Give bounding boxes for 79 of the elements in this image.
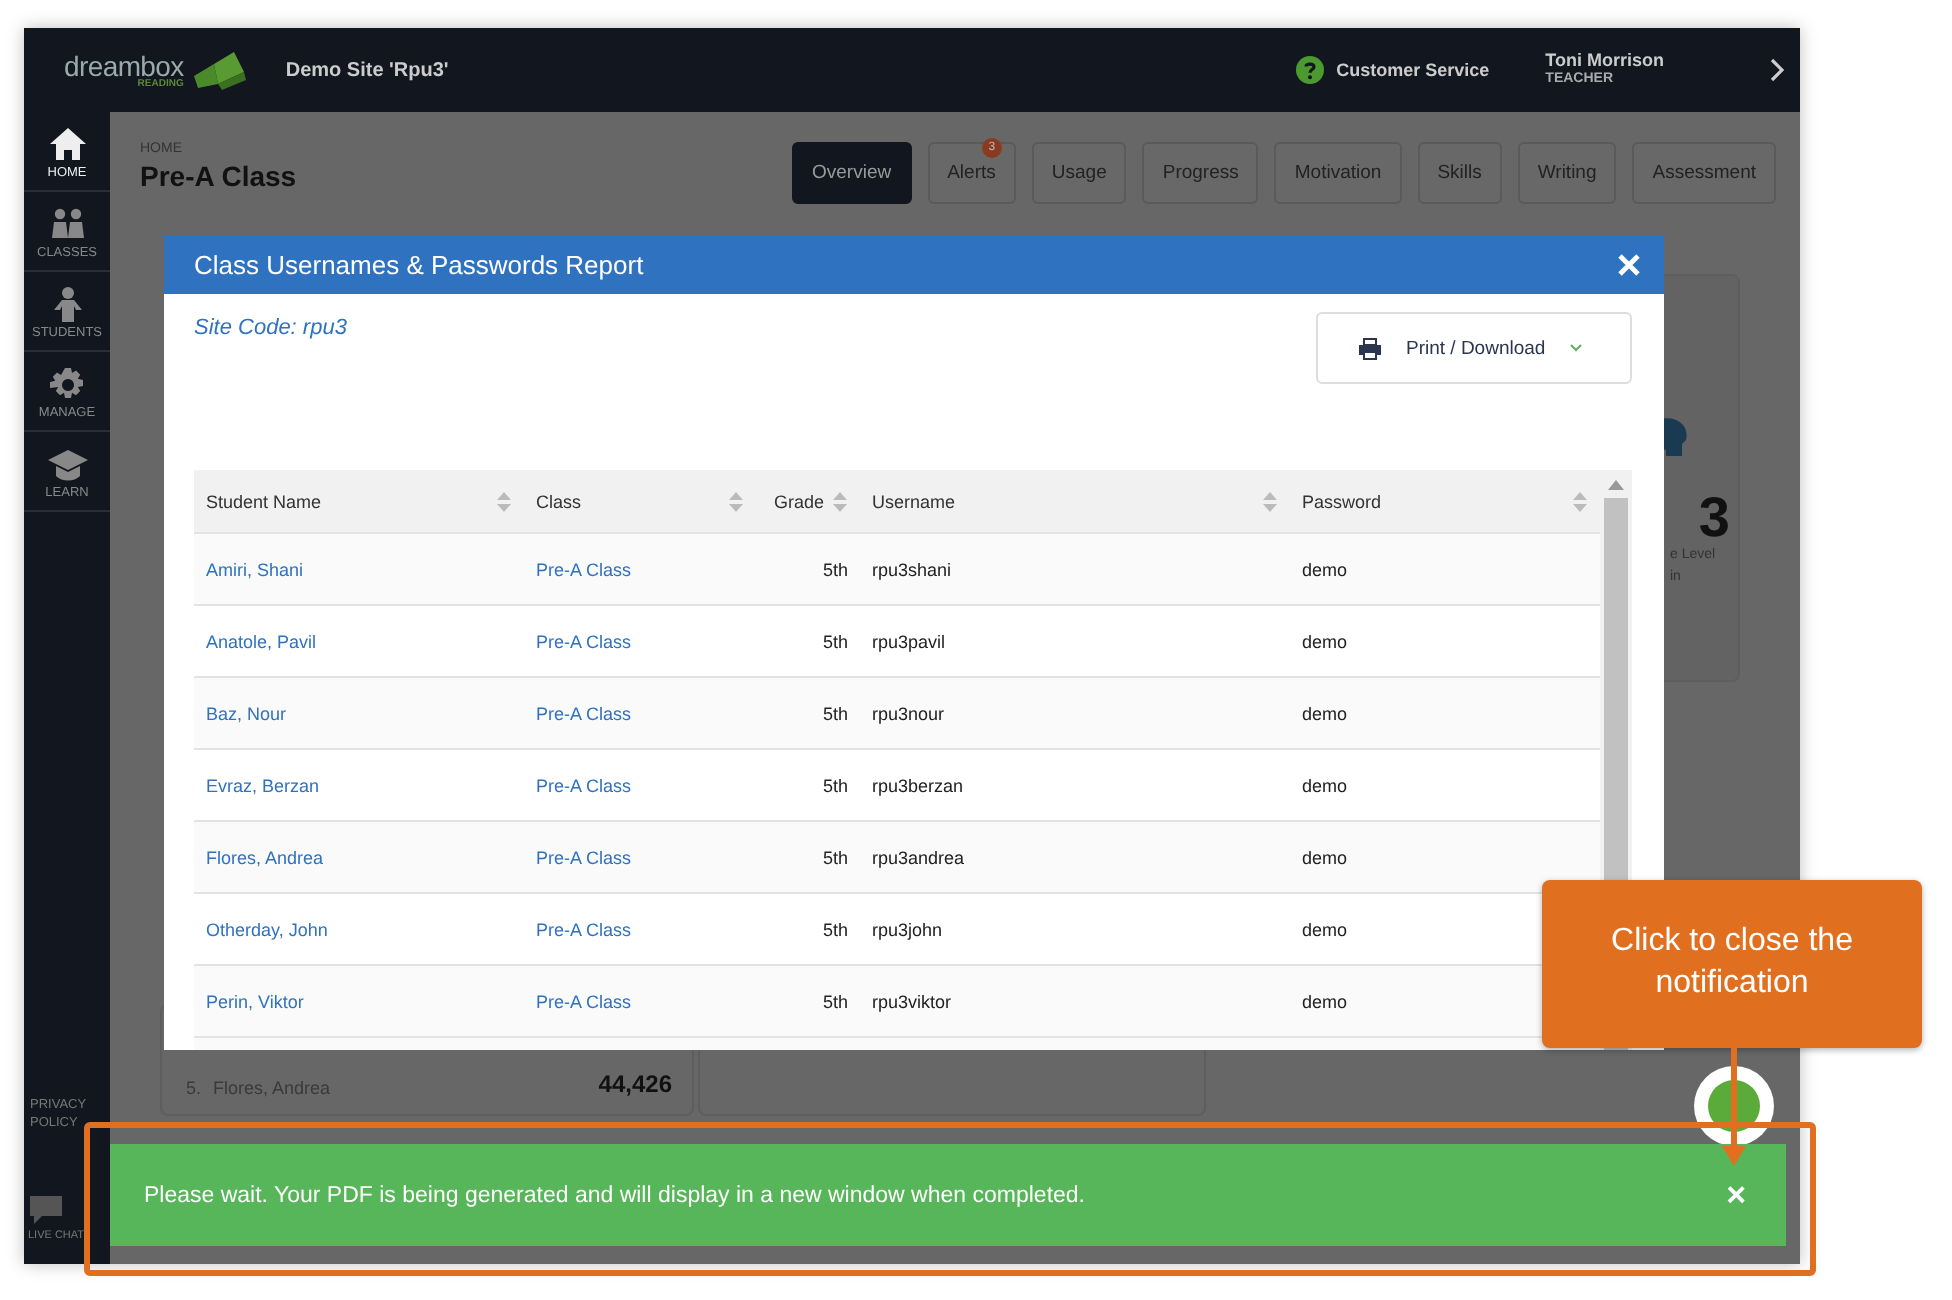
printer-icon <box>1358 337 1382 360</box>
customer-service-link[interactable]: Customer Service <box>1336 60 1490 80</box>
table-cell: 5th <box>822 775 848 796</box>
score-value: 44,426 <box>598 1070 672 1098</box>
student-name-link[interactable]: Flores, Andrea <box>206 847 324 868</box>
class-link[interactable]: Pre-A Class <box>536 559 632 580</box>
table-cell: 5th <box>822 847 848 868</box>
site-name: Demo Site 'Rpu3' <box>285 59 449 81</box>
table-cell: rpu3shani <box>872 559 952 580</box>
table-cell: rpu3andrea <box>872 847 965 868</box>
caret-icon <box>1569 344 1582 353</box>
student-name-link[interactable]: Evraz, Berzan <box>206 775 320 796</box>
table-cell: rpu3nour <box>872 703 945 724</box>
student-name-link[interactable]: Baz, Nour <box>206 703 287 724</box>
chat-bubble-icon <box>28 1194 64 1226</box>
column-header[interactable]: Class <box>536 491 582 511</box>
column-header[interactable]: Grade <box>773 491 824 511</box>
table-cell: rpu3john <box>872 919 943 940</box>
leader-arrow <box>1722 1048 1746 1168</box>
class-link[interactable]: Pre-A Class <box>536 919 632 940</box>
status-circle-icon <box>1694 1066 1774 1146</box>
class-link[interactable]: Pre-A Class <box>536 631 632 652</box>
tab[interactable]: Skills <box>1417 142 1502 204</box>
column-header[interactable]: Username <box>872 491 956 511</box>
house-icon <box>47 126 87 162</box>
print-download-button[interactable]: Print / Download <box>1316 312 1632 385</box>
logo-wordmark: dreambox <box>64 51 184 79</box>
table-cell: demo <box>1302 703 1348 724</box>
class-link[interactable]: Pre-A Class <box>536 775 632 796</box>
column-header[interactable]: Password <box>1302 491 1382 511</box>
chevron-right-icon <box>1768 58 1784 82</box>
student-name-link[interactable]: Amiri, Shani <box>206 559 304 580</box>
column-header[interactable]: Student Name <box>206 491 322 511</box>
class-link[interactable]: Pre-A Class <box>536 847 632 868</box>
table-cell: 5th <box>822 703 848 724</box>
help-icon <box>1296 56 1325 84</box>
class-link[interactable]: Pre-A Class <box>536 991 632 1012</box>
table-cell: demo <box>1302 991 1348 1012</box>
tab[interactable]: Usage <box>1031 142 1127 204</box>
student-name-link[interactable]: Otherday, John <box>206 919 328 940</box>
tab[interactable]: Motivation <box>1274 142 1402 204</box>
close-button[interactable]: × <box>1726 1175 1746 1215</box>
book-logo-icon <box>189 48 250 92</box>
gear-icon <box>47 366 87 402</box>
table-cell: 5th <box>822 559 848 580</box>
sort-icon <box>1262 491 1278 511</box>
dialog-title: Class Usernames & Passwords Report <box>194 250 644 281</box>
table-cell: rpu3viktor <box>872 991 952 1012</box>
student-name-link[interactable]: Perin, Viktor <box>206 991 304 1012</box>
tab[interactable]: Assessment <box>1632 142 1776 204</box>
tab[interactable]: Progress <box>1142 142 1259 204</box>
table-cell: demo <box>1302 775 1348 796</box>
notification-message: Please wait. Your PDF is being generated and will display in a new window when completed. <box>144 1183 1085 1207</box>
sort-icon <box>728 491 744 511</box>
scroll-up-icon <box>1608 479 1624 490</box>
close-icon <box>1618 254 1640 277</box>
class-link[interactable]: Pre-A Class <box>536 703 632 724</box>
site-code: Site Code: rpu3 <box>194 316 347 341</box>
student-name-link[interactable]: Anatole, Pavil <box>206 631 317 652</box>
table-cell: 5th <box>822 631 848 652</box>
table-cell: demo <box>1302 631 1348 652</box>
group-icon <box>47 206 87 242</box>
table-cell: demo <box>1302 559 1348 580</box>
page-title: Pre-A Class <box>140 160 297 192</box>
tab[interactable]: Writing <box>1517 142 1617 204</box>
sort-icon <box>1572 491 1588 511</box>
table-cell: demo <box>1302 847 1348 868</box>
callout-text: Click to close the notification <box>1542 880 1922 1048</box>
sort-icon <box>496 491 512 511</box>
table-cell: 5th <box>822 991 848 1012</box>
table-cell: demo <box>1302 919 1348 940</box>
table-cell: rpu3berzan <box>872 775 964 796</box>
sort-icon <box>832 491 848 511</box>
stat-value: 3 <box>1698 490 1730 546</box>
user-name: Toni Morrison <box>1545 50 1664 72</box>
table-cell: rpu3pavil <box>872 631 946 652</box>
table-cell: 5th <box>822 919 848 940</box>
tab[interactable]: Overview <box>792 142 912 204</box>
graduation-cap-icon <box>47 446 87 482</box>
